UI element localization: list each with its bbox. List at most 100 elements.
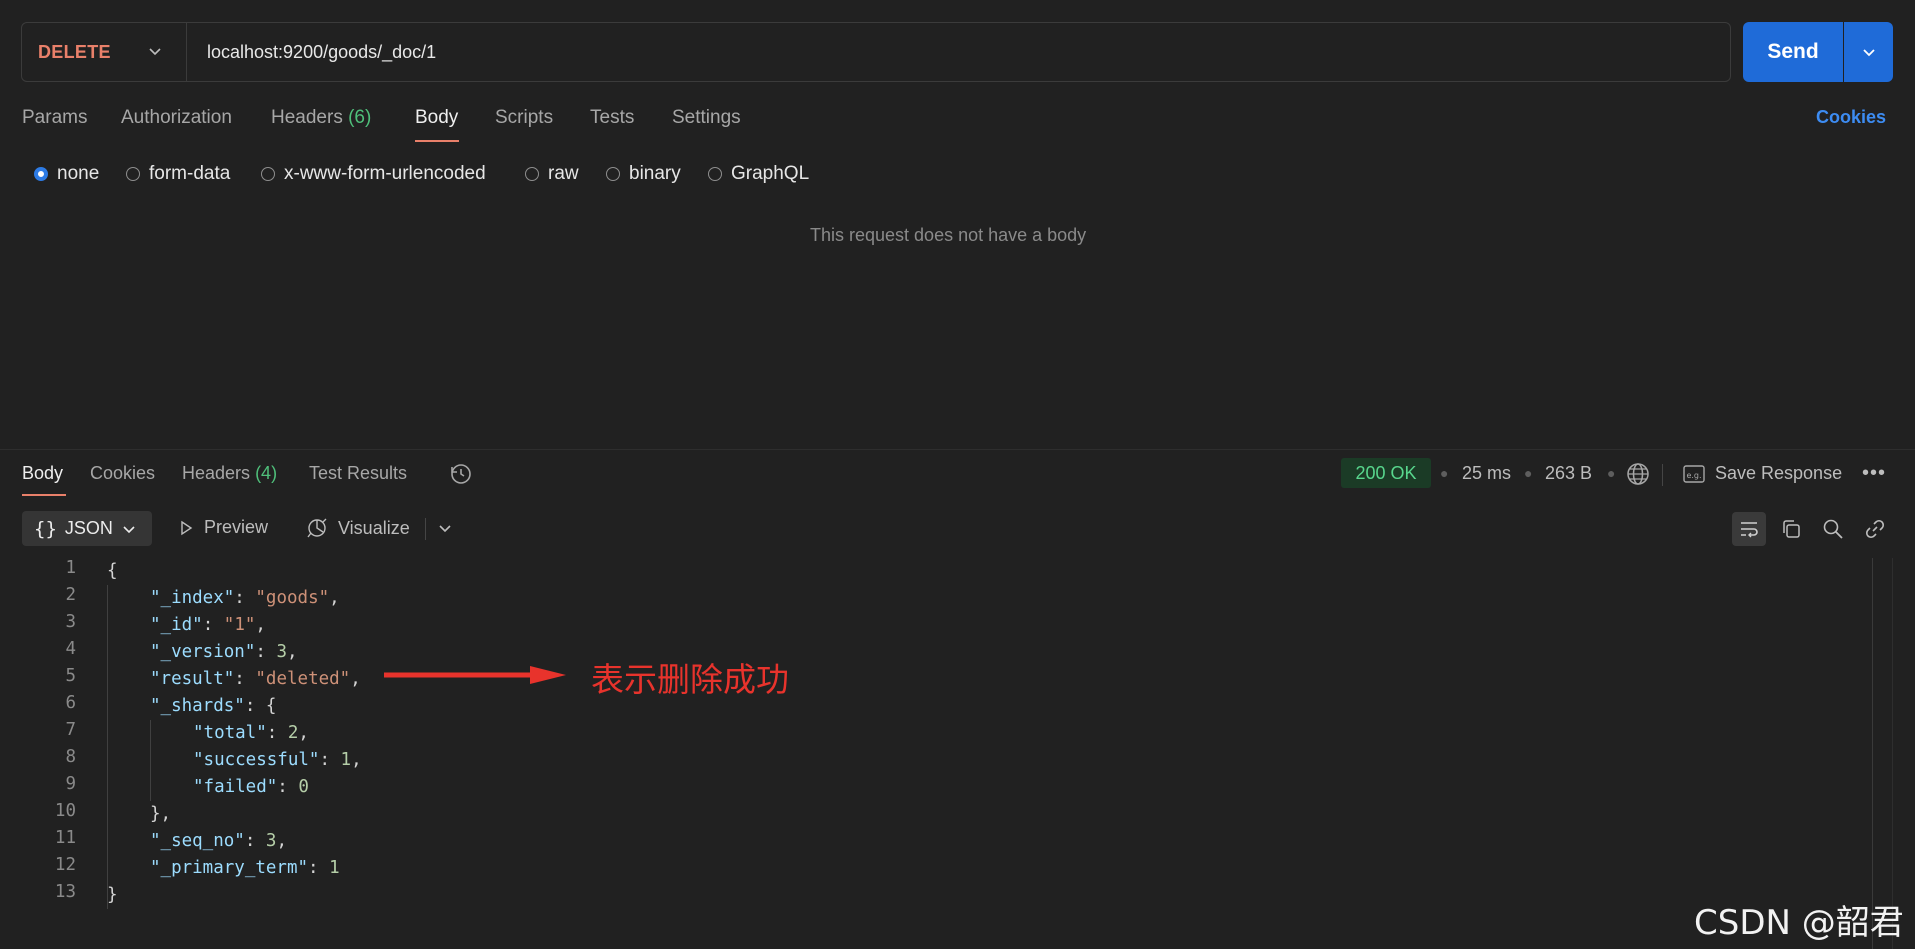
svg-text:e.g.: e.g. — [1686, 471, 1701, 480]
tab-scripts[interactable]: Scripts — [495, 107, 553, 129]
header-count: (4) — [255, 463, 278, 483]
tab-label: Headers — [182, 463, 251, 483]
cookies-link[interactable]: Cookies — [1816, 107, 1886, 128]
tab-params[interactable]: Params — [22, 107, 87, 129]
code-line: "total": 2, — [193, 723, 309, 743]
meta-separator: ● — [1524, 465, 1533, 481]
response-tab-test-results[interactable]: Test Results — [309, 463, 407, 484]
radio-dot — [261, 167, 275, 181]
preview-label: Preview — [204, 517, 269, 537]
line-number: 5 — [65, 666, 76, 686]
format-select[interactable]: {} JSON — [22, 511, 152, 546]
line-number: 2 — [65, 585, 76, 605]
code-line: }, — [150, 804, 172, 824]
active-tab-indicator — [22, 494, 66, 496]
braces-icon: {} — [34, 517, 57, 540]
code-line: "_version": 3, — [150, 642, 298, 662]
radio-dot — [126, 167, 140, 181]
radio-label: GraphQL — [731, 163, 810, 184]
globe-icon[interactable] — [1626, 462, 1650, 486]
tab-authorization[interactable]: Authorization — [121, 107, 232, 129]
copy-button[interactable] — [1774, 512, 1808, 546]
radio-dot — [525, 167, 539, 181]
more-options-icon[interactable]: ••• — [1862, 462, 1886, 485]
scrollbar-edge — [1892, 558, 1893, 949]
visualize-button[interactable]: Visualize — [306, 517, 410, 539]
wrap-icon — [1741, 522, 1758, 538]
indent-guide — [150, 720, 151, 801]
radio-form-data[interactable]: form-data — [126, 163, 230, 185]
pane-divider[interactable] — [0, 449, 1915, 450]
response-time: 25 ms — [1462, 463, 1512, 483]
code-line: "failed": 0 — [193, 777, 309, 797]
scrollbar[interactable] — [1872, 558, 1873, 949]
tab-settings[interactable]: Settings — [672, 107, 741, 129]
link-button[interactable] — [1858, 512, 1892, 546]
code-line: "_index": "goods", — [150, 588, 340, 608]
chevron-down-icon[interactable] — [436, 519, 454, 537]
line-number: 10 — [54, 801, 76, 821]
header-count: (6) — [348, 107, 372, 128]
watermark: CSDN @韶君 — [1694, 903, 1904, 943]
response-tab-body[interactable]: Body — [22, 463, 63, 484]
radio-binary[interactable]: binary — [606, 163, 681, 185]
radio-graphql[interactable]: GraphQL — [708, 163, 809, 185]
radio-dot — [34, 167, 48, 181]
code-line: "_shards": { — [150, 696, 277, 716]
code-line: "_seq_no": 3, — [150, 831, 288, 851]
chevron-down-icon — [123, 525, 135, 533]
line-number: 12 — [54, 855, 76, 875]
send-button[interactable]: Send — [1743, 22, 1843, 82]
line-number: 1 — [65, 558, 76, 578]
line-number: 11 — [54, 828, 76, 848]
arrow-icon — [384, 666, 566, 684]
code-line: } — [107, 885, 118, 905]
no-body-message: This request does not have a body — [810, 225, 1087, 245]
tab-label: Headers — [271, 107, 343, 128]
indent-guide — [107, 585, 108, 909]
radio-none[interactable]: none — [34, 163, 99, 185]
radio-label: raw — [548, 163, 579, 184]
chevron-down-icon — [1862, 49, 1875, 57]
tab-headers[interactable]: Headers (6) — [271, 107, 371, 129]
response-body[interactable]: 1 2 3 4 5 6 7 8 9 10 11 12 13 { "_index"… — [0, 558, 1860, 949]
line-number: 8 — [65, 747, 76, 767]
radio-label: binary — [629, 163, 681, 184]
search-icon — [1823, 519, 1843, 539]
radio-urlencoded[interactable]: x-www-form-urlencoded — [261, 163, 486, 185]
visualize-icon — [307, 518, 327, 538]
line-number: 3 — [65, 612, 76, 632]
response-tab-headers[interactable]: Headers (4) — [182, 463, 277, 484]
meta-separator: ● — [1440, 465, 1449, 481]
save-response-button[interactable]: Save Response — [1715, 463, 1842, 484]
chevron-down-icon[interactable] — [146, 42, 164, 60]
radio-label: x-www-form-urlencoded — [284, 163, 486, 184]
tab-body[interactable]: Body — [415, 107, 458, 129]
send-options-button[interactable] — [1844, 22, 1893, 82]
active-tab-indicator — [415, 140, 459, 142]
radio-label: form-data — [149, 163, 231, 184]
link-icon — [1865, 519, 1885, 539]
url-input[interactable]: localhost:9200/goods/_doc/1 — [207, 42, 436, 63]
radio-label: none — [57, 163, 100, 184]
status-badge: 200 OK — [1341, 458, 1431, 488]
code-line: { — [107, 561, 118, 581]
example-icon: e.g. — [1683, 465, 1705, 483]
toolbar-divider — [425, 518, 426, 540]
history-icon[interactable] — [449, 462, 473, 486]
code-line: "successful": 1, — [193, 750, 362, 770]
method-select[interactable]: DELETE — [38, 42, 111, 63]
copy-icon — [1783, 520, 1800, 538]
meta-separator: ● — [1607, 465, 1616, 481]
code-line: "result": "deleted", — [150, 669, 361, 689]
radio-raw[interactable]: raw — [525, 163, 579, 185]
wrap-lines-button[interactable] — [1732, 512, 1766, 546]
code-line: "_id": "1", — [150, 615, 266, 635]
line-number: 4 — [65, 639, 76, 659]
format-label: JSON — [64, 518, 113, 538]
tab-tests[interactable]: Tests — [590, 107, 634, 129]
search-button[interactable] — [1816, 512, 1850, 546]
preview-button[interactable]: Preview — [178, 517, 268, 538]
response-tab-cookies[interactable]: Cookies — [90, 463, 155, 484]
annotation-text: 表示删除成功 — [591, 660, 789, 699]
